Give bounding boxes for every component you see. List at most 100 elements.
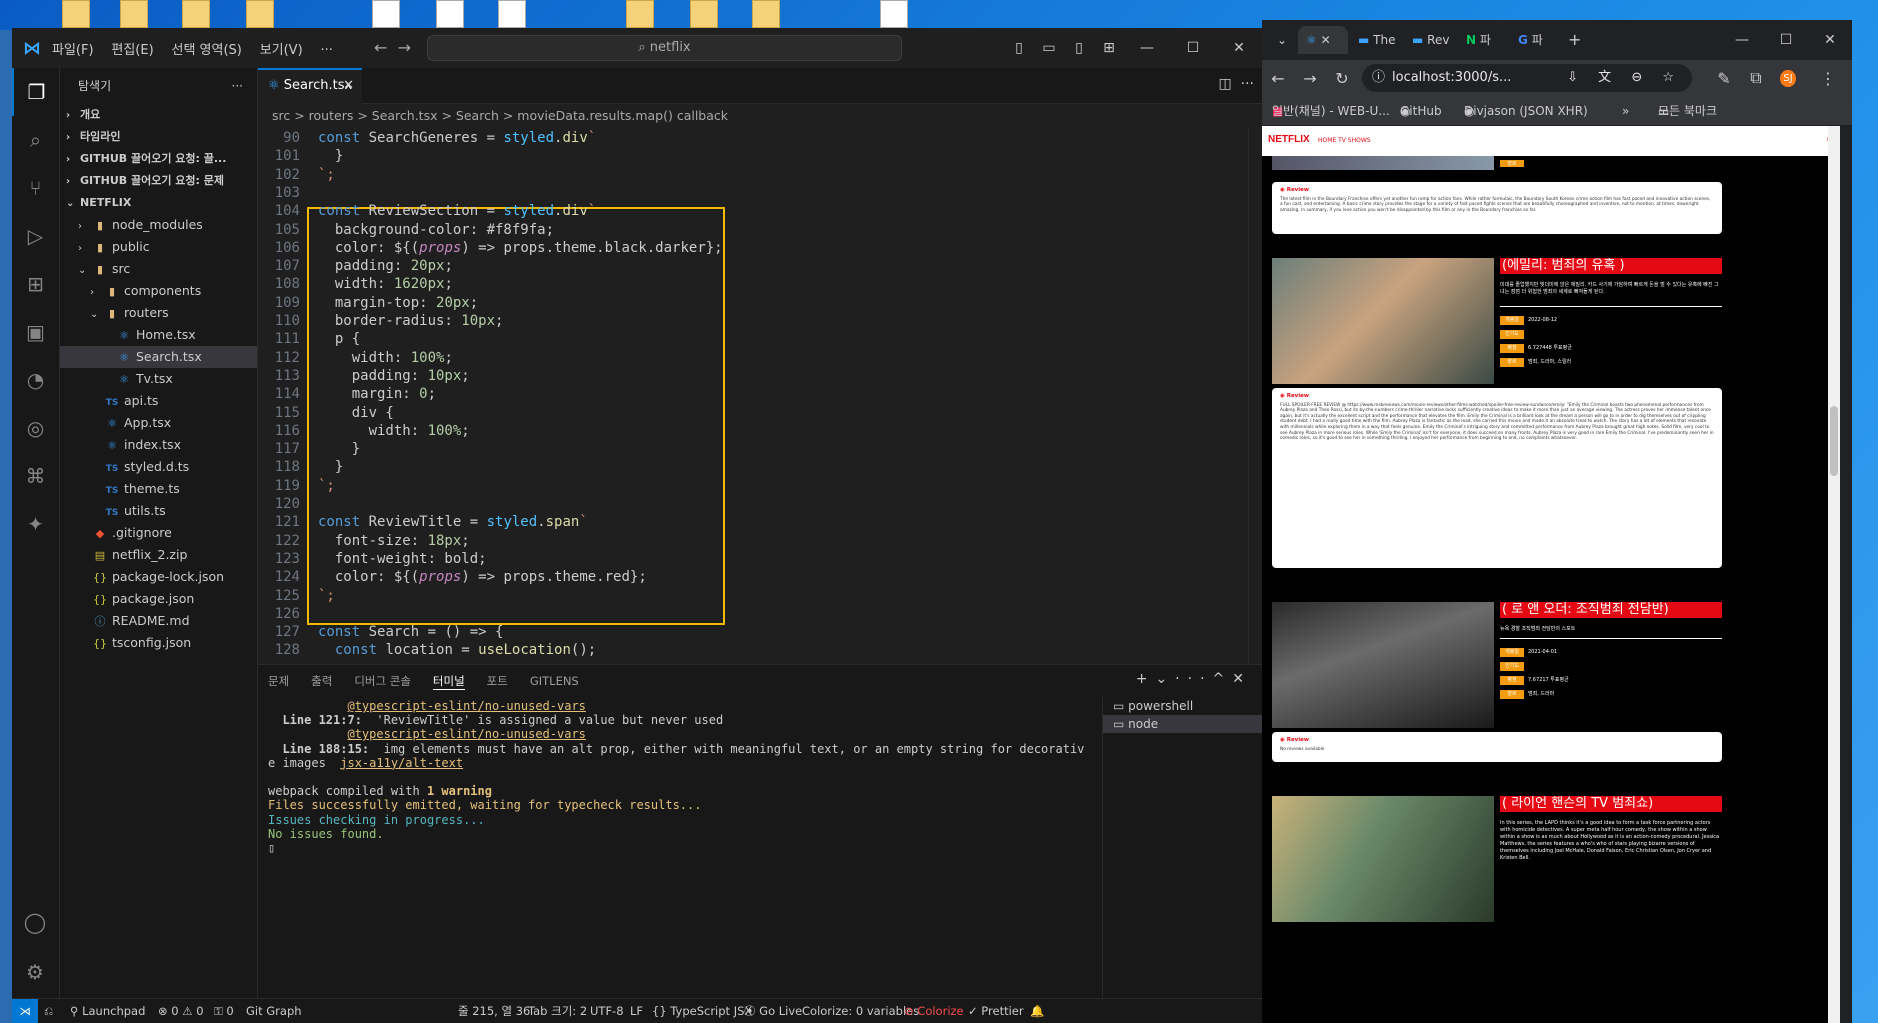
explorer-section[interactable]: › 타임라인 [60,126,257,148]
code-line[interactable]: p { [318,331,360,347]
remote-indicator-icon[interactable]: ⋊ [12,999,38,1023]
file-item[interactable]: ⚛ Tv.tsx [60,368,257,390]
profile-avatar[interactable]: SJ [1772,69,1804,87]
close-button[interactable]: ✕ [1808,32,1852,48]
code-line[interactable]: padding: 10px; [318,368,470,384]
git-graph-icon[interactable]: ⌘ [12,452,59,500]
more-actions-icon[interactable]: ··· [1241,76,1254,92]
chevron-down-icon[interactable]: ⌄ [78,260,92,280]
menu-edit[interactable]: 편집(E) [111,43,153,58]
explorer-section[interactable]: › 개요 [60,104,257,126]
terminal-output[interactable]: @typescript-eslint/no-unused-vars Line 1… [268,699,1084,855]
code-line[interactable]: const location = useLocation(); [318,642,596,658]
code-line[interactable]: } [318,441,360,457]
code-line[interactable]: const ReviewSection = styled.div` [318,203,596,219]
eslint-rule[interactable]: @typescript-eslint/no-unused-vars [347,727,585,741]
cursor-position[interactable]: 줄 215, 열 36 [458,999,530,1023]
extension-icon[interactable]: ✎ [1708,69,1740,88]
tab-search-chevron-icon[interactable]: ⌄ [1268,26,1296,54]
chrome-tab[interactable]: ▬ Rev [1412,26,1462,54]
code-line[interactable]: const ReviewTitle = styled.span` [318,514,588,530]
more-actions-icon[interactable]: ··· [232,68,243,104]
folder-item[interactable]: › ▮ node_modules [60,214,257,236]
menu-file[interactable]: 파일(F) [52,43,94,58]
more-icon[interactable]: ··· [1175,671,1212,687]
tab-active[interactable]: ⚛ ✕ [1298,26,1348,54]
chevron-right-icon[interactable]: › [90,282,104,302]
folder-item[interactable]: › ▮ public [60,236,257,258]
code-line[interactable]: margin: 0; [318,386,436,402]
terminal-node[interactable]: ▭ node [1103,715,1262,733]
language-mode[interactable]: {} TypeScript JSX [652,999,752,1023]
chrome-tab[interactable]: N 파 [1466,26,1516,54]
chevron-down-icon[interactable]: ⌄ [66,193,80,214]
folder-icon[interactable] [246,0,274,28]
folder-icon[interactable] [120,0,148,28]
file-item[interactable]: ⚛ Home.tsx [60,324,257,346]
scrollbar-thumb[interactable] [1830,406,1838,476]
git-graph-item[interactable]: Git Graph [246,999,302,1023]
chrome-tab[interactable]: ▬ The [1358,26,1408,54]
chevron-right-icon[interactable]: › [66,171,80,192]
terminal-powershell[interactable]: ▭ powershell [1103,697,1262,715]
poster-image[interactable] [1272,796,1494,922]
go-live-item[interactable]: ⦿ Go Live [744,999,802,1023]
reload-icon[interactable]: ↻ [1326,69,1358,88]
code-view[interactable]: 90 const SearchGeneres = styled.div` 101 }… [258,128,1262,664]
timeline-icon[interactable]: ◔ [12,356,59,404]
netflix-nav[interactable]: HOME TV SHOWS [1318,137,1371,144]
extensions-icon[interactable]: ⊞ [12,260,59,308]
page-scrollbar[interactable] [1828,126,1840,1023]
minimize-button[interactable]: — [1124,40,1170,56]
address-bar[interactable]: ⓘ localhost:3000/s... ⇩ 文 ⊖ ☆ [1362,64,1692,92]
code-line[interactable]: background-color: #f8f9fa; [318,222,554,238]
code-line[interactable]: } [318,459,343,475]
chevron-right-icon[interactable]: › [66,149,80,170]
explorer-section[interactable]: › GITHUB 끌어오기 요청: 끌... [60,148,257,170]
document-icon[interactable] [498,0,526,28]
poster-image[interactable] [1272,602,1494,728]
file-item[interactable]: TS styled.d.ts [60,456,257,478]
chevron-right-icon[interactable]: › [78,238,92,258]
tab-ports[interactable]: 포트 [487,673,508,689]
chrome-tab[interactable]: G 파 [1518,26,1568,54]
chrome-menu-icon[interactable]: ⋮ [1812,69,1844,88]
document-icon[interactable] [880,0,908,28]
code-line[interactable]: color: ${(props) => props.theme.black.da… [318,240,723,256]
file-item[interactable]: {} package.json [60,588,257,610]
maximize-panel-icon[interactable]: ^ [1213,671,1233,687]
file-item[interactable]: ⓘ README.md [60,610,257,632]
document-icon[interactable] [372,0,400,28]
new-terminal-icon[interactable]: + [1136,671,1156,687]
gitlens-icon[interactable]: ◎ [12,404,59,452]
code-line[interactable]: width: 1620px; [318,276,453,292]
chevron-right-icon[interactable]: › [78,216,92,236]
tab-terminal[interactable]: 터미널 [432,673,465,690]
chevron-right-icon[interactable]: › [66,105,80,126]
code-line[interactable]: border-radius: 10px; [318,313,504,329]
breadcrumb[interactable]: src > routers > Search.tsx > Search > mo… [258,104,1262,128]
maximize-button[interactable]: ☐ [1170,40,1216,56]
command-center[interactable]: ⌕ netflix [427,35,902,61]
code-line[interactable]: color: ${(props) => props.theme.red}; [318,569,647,585]
menu-view[interactable]: 보기(V) [260,43,303,58]
close-panel-icon[interactable]: ✕ [1232,671,1252,687]
folder-icon[interactable] [752,0,780,28]
live-share-icon[interactable]: ⎌ [44,999,53,1023]
close-tab-icon[interactable]: ✕ [343,70,354,102]
ports-item[interactable]: ⚿ 0 [214,999,234,1023]
problems-item[interactable]: ⊗ 0 ⚠ 0 [158,999,204,1023]
maximize-button[interactable]: ☐ [1764,32,1808,48]
file-item[interactable]: {} package-lock.json [60,566,257,588]
menu-more[interactable]: ··· [320,43,332,58]
chevron-right-icon[interactable]: › [66,127,80,148]
code-line[interactable]: const SearchGeneres = styled.div` [318,130,596,146]
tab-debug-console[interactable]: 디버그 콘솔 [354,673,411,689]
code-line[interactable]: } [318,148,343,164]
split-editor-icon[interactable]: ◫ [1219,76,1232,92]
file-item[interactable]: {} tsconfig.json [60,632,257,654]
tab-gitlens[interactable]: GITLENS [530,674,579,688]
file-item[interactable]: ⚛ Search.tsx [60,346,257,368]
code-line[interactable]: font-size: 18px; [318,533,470,549]
remote-explorer-icon[interactable]: ▣ [12,308,59,356]
